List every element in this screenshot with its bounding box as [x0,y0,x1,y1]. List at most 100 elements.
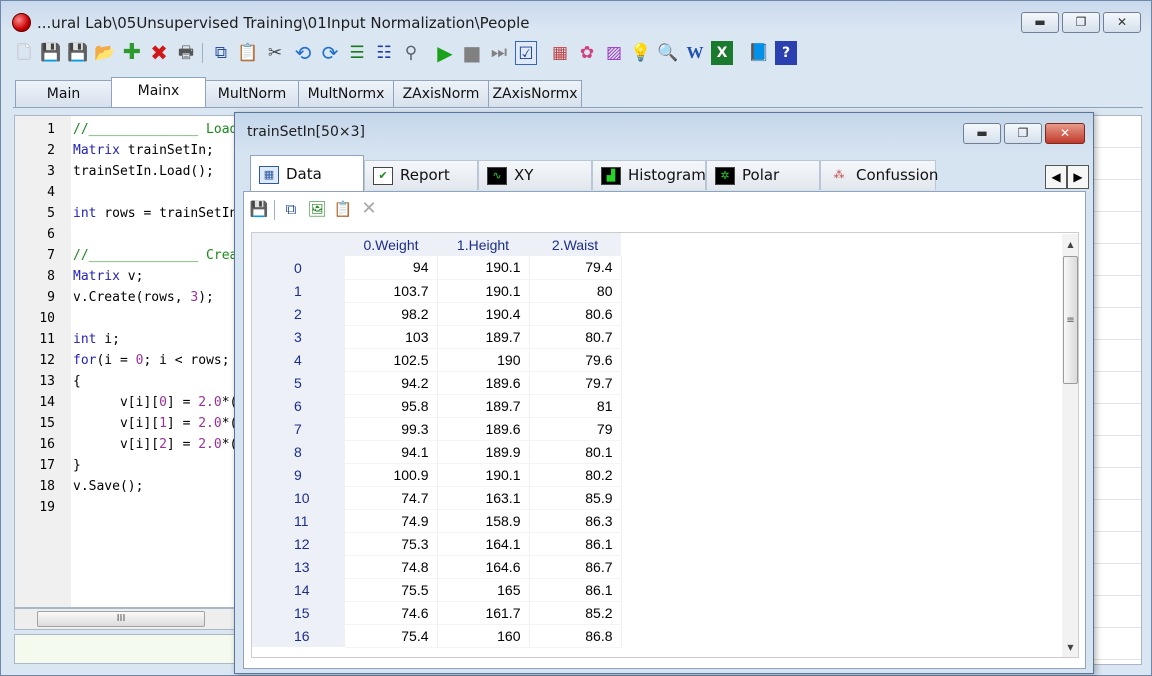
tab-confussion[interactable]: ⁂ Confussion [820,160,938,190]
save-icon[interactable]: 💾 [40,41,62,65]
delete-icon[interactable]: ✖ [148,41,170,65]
table-cell[interactable]: 86.7 [529,555,622,579]
table-cell[interactable]: 158.9 [437,509,530,533]
table-cell[interactable]: 75.4 [345,624,438,648]
row-header[interactable]: 13 [252,555,345,578]
data-grid[interactable]: 0.Weight 1.Height 2.Waist 0 94 190.1 79.4 1 103.… [251,232,1079,658]
save-data-icon[interactable]: 💾 [248,198,270,220]
row-header[interactable]: 0 [252,256,345,279]
row-header[interactable]: 15 [252,601,345,624]
table-cell[interactable]: 164.6 [437,555,530,579]
row-header[interactable]: 2 [252,302,345,325]
table-cell[interactable]: 74.6 [345,601,438,625]
row-header[interactable]: 11 [252,509,345,532]
tab-main[interactable]: Main [15,80,112,108]
table-row[interactable]: 4 102.5 190 79.6 [252,348,622,372]
table-row[interactable]: 5 94.2 189.6 79.7 [252,371,622,395]
table-cell[interactable]: 189.7 [437,325,530,349]
table-cell[interactable]: 95.8 [345,394,438,418]
maximize-button[interactable]: ❐ [1062,12,1100,33]
table-row[interactable]: 8 94.1 189.9 80.1 [252,440,622,464]
table-row[interactable]: 6 95.8 189.7 81 [252,394,622,418]
table-row[interactable]: 10 74.7 163.1 85.9 [252,486,622,510]
table-cell[interactable]: 80 [529,279,622,303]
word-icon[interactable]: W [684,41,706,65]
redo-icon[interactable]: ⟳ [319,41,341,65]
table-cell[interactable]: 98.2 [345,302,438,326]
table-row[interactable]: 15 74.6 161.7 85.2 [252,601,622,625]
row-header[interactable]: 12 [252,532,345,555]
table-cell[interactable]: 164.1 [437,532,530,556]
table-cell[interactable]: 94 [345,256,438,280]
table-row[interactable]: 1 103.7 190.1 80 [252,279,622,303]
table-cell[interactable]: 80.1 [529,440,622,464]
table-cell[interactable]: 103.7 [345,279,438,303]
table-cell[interactable]: 103 [345,325,438,349]
table-cell[interactable]: 189.6 [437,371,530,395]
preview-icon[interactable]: 🔍 [657,41,679,65]
table-cell[interactable]: 102.5 [345,348,438,372]
table-cell[interactable]: 86.8 [529,624,622,648]
row-header[interactable]: 9 [252,463,345,486]
table-cell[interactable]: 94.1 [345,440,438,464]
table-cell[interactable]: 81 [529,394,622,418]
table-row[interactable]: 16 75.4 160 86.8 [252,624,622,648]
table-cell[interactable]: 80.7 [529,325,622,349]
export-image-icon[interactable]: 🖼 [306,198,328,220]
table-cell[interactable]: 80.6 [529,302,622,326]
table-row[interactable]: 9 100.9 190.1 80.2 [252,463,622,487]
row-header[interactable]: 7 [252,417,345,440]
table-cell[interactable]: 75.3 [345,532,438,556]
table-cell[interactable]: 165 [437,578,530,602]
column-header[interactable]: 2.Waist [529,233,621,256]
tab-multnorm[interactable]: MultNorm [205,80,299,108]
table-cell[interactable]: 74.9 [345,509,438,533]
table-row[interactable]: 3 103 189.7 80.7 [252,325,622,349]
table-cell[interactable]: 79.7 [529,371,622,395]
tab-multnormx[interactable]: MultNormx [298,80,394,108]
tab-polar[interactable]: ✲ Polar [706,160,820,190]
excel-icon[interactable]: X [711,41,733,65]
stop-icon[interactable]: ■ [461,41,483,65]
copy-data-icon[interactable]: ⧉ [280,198,302,220]
table-cell[interactable]: 189.7 [437,394,530,418]
row-header[interactable]: 1 [252,279,345,302]
table-cell[interactable]: 99.3 [345,417,438,441]
table-row[interactable]: 12 75.3 164.1 86.1 [252,532,622,556]
check-icon[interactable]: ☑ [515,41,537,65]
row-header[interactable]: 6 [252,394,345,417]
tab-zaxisnorm[interactable]: ZAxisNorm [393,80,489,108]
table-cell[interactable]: 80.2 [529,463,622,487]
table-row[interactable]: 13 74.8 164.6 86.7 [252,555,622,579]
table-cell[interactable]: 160 [437,624,530,648]
scroll-up-arrow[interactable]: ▲ [1062,236,1078,253]
table-cell[interactable]: 86.1 [529,578,622,602]
table-cell[interactable]: 79.4 [529,256,622,280]
row-header[interactable]: 16 [252,624,345,647]
paste-icon[interactable]: 📋 [237,41,259,65]
tab-report[interactable]: ✔ Report [364,160,478,190]
colors-icon[interactable]: ✿ [576,41,598,65]
grid-vertical-scrollbar[interactable]: ▲ ≡ ▼ [1062,234,1078,657]
table-cell[interactable]: 79.6 [529,348,622,372]
table-cell[interactable]: 189.6 [437,417,530,441]
chart-icon[interactable]: ▦ [549,41,571,65]
table-cell[interactable]: 189.9 [437,440,530,464]
column-header[interactable]: 1.Height [437,233,529,256]
book-icon[interactable]: 📘 [748,41,770,65]
child-maximize-button[interactable]: ❐ [1004,123,1042,144]
table-cell[interactable]: 86.3 [529,509,622,533]
table-cell[interactable]: 74.8 [345,555,438,579]
table-cell[interactable]: 75.5 [345,578,438,602]
help-icon[interactable]: ? [775,41,797,65]
table-cell[interactable]: 79 [529,417,622,441]
table-row[interactable]: 11 74.9 158.9 86.3 [252,509,622,533]
open-folder-icon[interactable]: 📂 [94,41,116,65]
run-icon[interactable]: ▶ [434,41,456,65]
table-cell[interactable]: 190.1 [437,256,530,280]
code-editor[interactable]: 1 2 3 4 5 6 7 8 9 10 11 12 13 14 15 16 17 18 19 //________… [14,115,238,608]
tab-xy[interactable]: ∿ XY [478,160,592,190]
table-row[interactable]: 2 98.2 190.4 80.6 [252,302,622,326]
row-header[interactable]: 14 [252,578,345,601]
table-row[interactable]: 7 99.3 189.6 79 [252,417,622,441]
